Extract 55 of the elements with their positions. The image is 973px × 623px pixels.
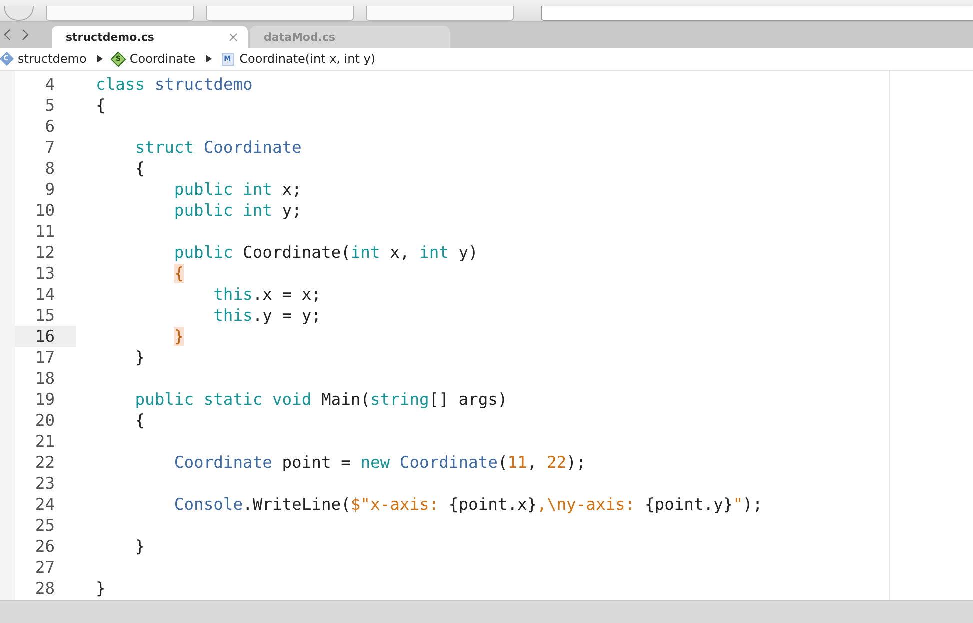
line-number: 10 — [34, 200, 56, 221]
line-number: 19 — [34, 389, 56, 410]
code-line: Coordinate point = new Coordinate(11, 22); — [173, 453, 586, 472]
code-line: class structdemo — [96, 75, 253, 94]
line-number: 28 — [34, 578, 56, 599]
line-number: 17 — [34, 347, 56, 368]
code-line: { — [134, 411, 146, 430]
close-icon[interactable] — [229, 32, 238, 42]
code-line: this.x = x; — [212, 285, 322, 304]
breadcrumb-item[interactable]: Coordinate(int x, int y) — [240, 52, 376, 66]
toolbar-button[interactable] — [366, 6, 514, 21]
line-number: 21 — [34, 431, 56, 452]
line-number: 15 — [34, 305, 56, 326]
line-number: 12 — [34, 242, 56, 263]
line-number: 20 — [34, 410, 56, 431]
back-icon[interactable] — [4, 29, 12, 41]
line-number: 27 — [34, 557, 56, 578]
line-number: 26 — [34, 536, 56, 557]
code-line: struct Coordinate — [134, 138, 302, 157]
line-number: 25 — [34, 515, 56, 536]
breadcrumb-item[interactable]: Coordinate — [130, 52, 196, 66]
code-line: { — [134, 159, 146, 178]
line-number: 18 — [34, 368, 56, 389]
breadcrumb-item[interactable]: structdemo — [18, 52, 87, 66]
code-line: public int x; — [173, 180, 302, 199]
search-field[interactable] — [541, 6, 973, 21]
round-button[interactable] — [4, 6, 34, 21]
line-number: 11 — [34, 221, 56, 242]
code-line: public int y; — [173, 201, 302, 220]
editor-tab[interactable]: structdemo.cs — [52, 26, 248, 48]
line-number: 9 — [44, 179, 56, 200]
toolbar-button[interactable] — [206, 6, 354, 21]
code-line: } — [96, 579, 106, 598]
line-number: 7 — [44, 137, 56, 158]
triangle-icon — [206, 55, 212, 63]
line-number: 4 — [44, 74, 56, 95]
line-number: 5 — [44, 95, 56, 116]
line-number: 6 — [44, 116, 56, 137]
toolbar-button[interactable] — [46, 6, 194, 21]
code-line: public static void Main(string[] args) — [134, 390, 508, 409]
line-number: 24 — [34, 494, 56, 515]
code-line: } — [134, 348, 146, 367]
code-line: public Coordinate(int x, int y) — [173, 243, 478, 262]
line-number: 13 — [34, 263, 56, 284]
code-line: { — [96, 96, 106, 115]
line-number: 22 — [34, 452, 56, 473]
line-number: 14 — [34, 284, 56, 305]
code-line: Console.WriteLine($"x-axis: {point.x},\ny-axis: {point.y}"); — [173, 495, 763, 514]
code-line: this.y = y; — [212, 306, 322, 325]
triangle-icon — [96, 55, 103, 63]
forward-icon[interactable] — [21, 29, 29, 41]
line-number: 16 — [15, 326, 76, 347]
code-line: } — [134, 537, 146, 556]
line-number: 23 — [34, 473, 56, 494]
line-number: 8 — [44, 158, 56, 179]
